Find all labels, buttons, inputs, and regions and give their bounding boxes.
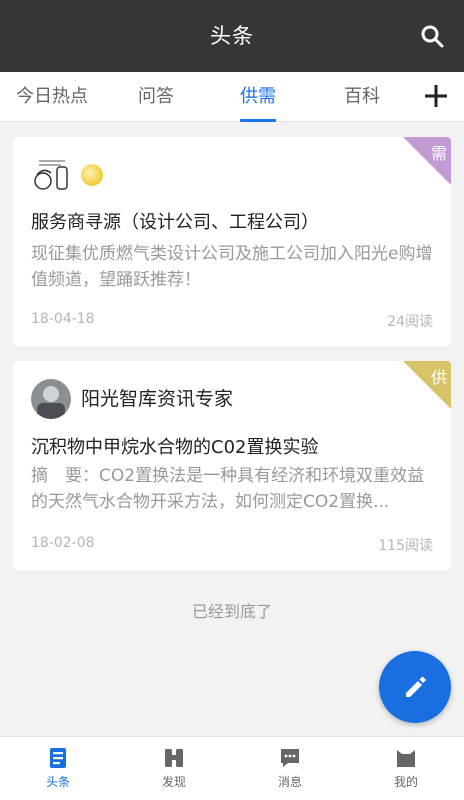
nav-label: 发现 [161,775,186,789]
nav-discover[interactable]: 发现 [116,737,232,800]
chat-icon [281,749,299,767]
end-of-list-text: 已经到底了 [191,602,272,621]
nav-profile[interactable]: 我的 [348,737,464,800]
post-date: 18-02-08 [31,535,95,551]
nav-label: 我的 [393,775,418,789]
app-header: 头条 [0,0,464,72]
post-summary: 摘 要：CO2置换法是一种具有经济和环境双重效益的天然气水合物开采方法，如何测定… [31,466,425,512]
nav-label: 消息 [277,775,302,789]
list-item[interactable]: 需 服务商寻源（设计公司、工程公司） 现征集优质燃气类设计公司及施工公司加入阳光… [13,137,451,346]
compose-button[interactable] [379,651,451,723]
post-title: 服务商寻源（设计公司、工程公司） [31,212,319,233]
tab-label: 问答 [138,86,174,107]
news-icon [50,748,66,768]
demand-tag: 需 [403,137,451,185]
post-summary: 现征集优质燃气类设计公司及施工公司加入阳光e购增值频道，望踊跃推荐！ [31,244,433,290]
tab-label: 供需 [240,86,276,107]
profile-icon [397,750,415,767]
nav-messages[interactable]: 消息 [232,737,348,800]
tab-hot[interactable]: 今日热点 [0,72,104,122]
author-name[interactable]: 阳光智库资讯专家 [81,379,233,419]
gold-badge-icon [81,164,103,186]
nav-label: 头条 [45,775,70,789]
search-icon[interactable] [420,24,444,48]
tab-supply-demand[interactable]: 供需 [206,72,310,122]
category-tabs: 今日热点 问答 供需 百科 [0,72,464,122]
binoculars-icon [165,749,183,767]
avatar[interactable] [31,379,71,419]
avatar[interactable] [31,155,71,195]
tab-label: 百科 [344,86,380,107]
bottom-nav: 头条 发现 消息 我的 [0,736,464,800]
post-date: 18-04-18 [31,311,95,327]
pencil-icon [406,676,426,697]
active-tab-indicator [240,119,276,122]
plus-icon[interactable] [422,82,450,110]
read-count: 115阅读 [378,538,433,554]
read-count: 24阅读 [387,314,433,330]
page-title: 头条 [210,24,254,48]
tab-qa[interactable]: 问答 [104,72,208,122]
post-title: 沉积物中甲烷水合物的C02置换实验 [31,437,319,458]
nav-news[interactable]: 头条 [0,737,116,800]
tab-encyclopedia[interactable]: 百科 [310,72,414,122]
tab-label: 今日热点 [16,86,88,107]
list-item[interactable]: 供 阳光智库资讯专家 沉积物中甲烷水合物的C02置换实验 摘 要：CO2置换法是… [13,361,451,570]
supply-tag: 供 [403,361,451,409]
